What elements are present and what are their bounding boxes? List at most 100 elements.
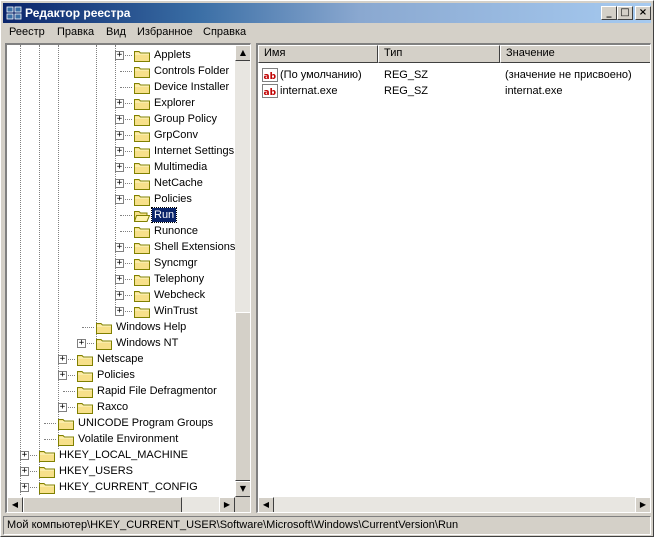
- tree-node[interactable]: + WinTrust: [7, 303, 235, 319]
- folder-icon: [134, 259, 150, 270]
- tree-node[interactable]: + Telephony: [7, 271, 235, 287]
- title-bar[interactable]: Редактор реестра _ □ ×: [3, 3, 651, 23]
- scroll-up-button[interactable]: ▲: [235, 45, 250, 61]
- folder-icon: [39, 483, 55, 494]
- tree-node[interactable]: + Shell Extensions: [7, 239, 235, 255]
- folder-icon: [134, 51, 150, 62]
- minimize-button[interactable]: _: [601, 6, 617, 20]
- tree-node[interactable]: UNICODE Program Groups: [7, 415, 235, 431]
- arrow-down-icon: ▼: [239, 484, 247, 493]
- key-tree-pane[interactable]: + Applets Controls Folder Device Installer +…: [5, 43, 251, 513]
- tree-node[interactable]: Rapid File Defragmentor: [7, 383, 235, 399]
- tree-node[interactable]: + Netscape: [7, 351, 235, 367]
- tree-node-label: Netscape: [97, 353, 144, 365]
- tree-node-label: Volatile Environment: [78, 433, 179, 445]
- folder-icon: [96, 339, 112, 350]
- tree-node[interactable]: + HKEY_USERS: [7, 463, 235, 479]
- folder-icon: [134, 99, 150, 110]
- scroll-left-button[interactable]: ◀: [7, 497, 23, 512]
- expand-toggle-icon[interactable]: +: [58, 403, 67, 412]
- tree-hscroll-thumb[interactable]: [23, 497, 182, 512]
- folder-icon: [134, 163, 150, 174]
- expand-toggle-icon[interactable]: +: [58, 355, 67, 364]
- status-path: Мой компьютер\HKEY_CURRENT_USER\Software…: [7, 519, 459, 531]
- tree-node[interactable]: Volatile Environment: [7, 431, 235, 447]
- folder-icon: [134, 195, 150, 206]
- status-bar: Мой компьютер\HKEY_CURRENT_USER\Software…: [3, 516, 651, 535]
- column-name-header[interactable]: Имя: [258, 45, 378, 63]
- open-folder-icon: [134, 211, 150, 222]
- tree-node-label: Group Policy: [154, 113, 217, 125]
- tree-node[interactable]: + Webcheck: [7, 287, 235, 303]
- arrow-left-icon: ◀: [262, 500, 270, 509]
- expand-toggle-icon[interactable]: +: [115, 147, 124, 156]
- menu-help[interactable]: Справка: [203, 26, 246, 38]
- tree-node[interactable]: + Multimedia: [7, 159, 235, 175]
- expand-toggle-icon[interactable]: +: [20, 467, 29, 476]
- tree-node-label: Multimedia: [154, 161, 208, 173]
- menu-edit[interactable]: Правка: [57, 26, 94, 38]
- expand-toggle-icon[interactable]: +: [58, 371, 67, 380]
- column-type-header[interactable]: Тип: [378, 45, 500, 63]
- column-value-header[interactable]: Значение: [500, 45, 650, 63]
- expand-toggle-icon[interactable]: +: [20, 451, 29, 460]
- tree-node[interactable]: + Syncmgr: [7, 255, 235, 271]
- tree-node[interactable]: + HKEY_CURRENT_CONFIG: [7, 479, 235, 495]
- tree-vertical-scrollbar[interactable]: ▲ ▼: [235, 45, 250, 497]
- tree-node-label: Raxco: [97, 401, 129, 413]
- expand-toggle-icon[interactable]: +: [115, 131, 124, 140]
- expand-toggle-icon[interactable]: +: [115, 243, 124, 252]
- expand-toggle-icon[interactable]: +: [77, 339, 86, 348]
- tree-node[interactable]: + Applets: [7, 47, 235, 63]
- tree-node[interactable]: + Policies: [7, 191, 235, 207]
- tree-node-label: Rapid File Defragmentor: [97, 385, 217, 397]
- scroll-right-button[interactable]: ▶: [635, 497, 650, 512]
- expand-toggle-icon[interactable]: +: [115, 51, 124, 60]
- tree-node[interactable]: + HKEY_LOCAL_MACHINE: [7, 447, 235, 463]
- values-list-pane[interactable]: Имя Тип Значение ab (По умолчанию) REG_S…: [256, 43, 651, 513]
- arrow-left-icon: ◀: [11, 500, 19, 509]
- expand-toggle-icon[interactable]: +: [115, 163, 124, 172]
- folder-icon: [134, 67, 150, 78]
- tree-node-label: Controls Folder: [154, 65, 230, 77]
- tree-node[interactable]: + Group Policy: [7, 111, 235, 127]
- tree-node[interactable]: + GrpConv: [7, 127, 235, 143]
- tree-horizontal-scrollbar[interactable]: ◀ ▶: [7, 497, 235, 512]
- expand-toggle-icon[interactable]: +: [115, 115, 124, 124]
- tree-node[interactable]: Controls Folder: [7, 63, 235, 79]
- expand-toggle-icon[interactable]: +: [115, 99, 124, 108]
- expand-toggle-icon[interactable]: +: [115, 195, 124, 204]
- close-button[interactable]: ×: [635, 6, 651, 20]
- expand-toggle-icon[interactable]: +: [115, 259, 124, 268]
- scroll-down-button[interactable]: ▼: [235, 481, 250, 497]
- folder-icon: [77, 355, 93, 366]
- menu-registry[interactable]: Реестр: [9, 26, 45, 38]
- tree-node[interactable]: + Raxco: [7, 399, 235, 415]
- menu-view[interactable]: Вид: [106, 26, 126, 38]
- tree-scroll-thumb[interactable]: [235, 312, 250, 481]
- expand-toggle-icon[interactable]: +: [20, 483, 29, 492]
- tree-node[interactable]: Run: [7, 207, 235, 223]
- tree-node[interactable]: + Internet Settings: [7, 143, 235, 159]
- tree-node[interactable]: + NetCache: [7, 175, 235, 191]
- list-item[interactable]: ab (По умолчанию) REG_SZ (значение не пр…: [258, 67, 650, 83]
- tree-node-label: Windows Help: [116, 321, 187, 333]
- expand-toggle-icon[interactable]: +: [115, 275, 124, 284]
- tree-node-label: HKEY_CURRENT_CONFIG: [59, 481, 198, 493]
- maximize-button[interactable]: □: [617, 6, 633, 20]
- tree-node[interactable]: + Explorer: [7, 95, 235, 111]
- scroll-right-button[interactable]: ▶: [219, 497, 235, 512]
- list-item[interactable]: ab internat.exe REG_SZ internat.exe: [258, 83, 650, 99]
- expand-toggle-icon[interactable]: +: [115, 291, 124, 300]
- scroll-left-button[interactable]: ◀: [258, 497, 274, 512]
- expand-toggle-icon[interactable]: +: [115, 307, 124, 316]
- tree-node-label: Webcheck: [154, 289, 206, 301]
- tree-node[interactable]: Runonce: [7, 223, 235, 239]
- tree-node[interactable]: Windows Help: [7, 319, 235, 335]
- menu-favorites[interactable]: Избранное: [137, 26, 193, 38]
- tree-node[interactable]: + Windows NT: [7, 335, 235, 351]
- tree-node[interactable]: Device Installer: [7, 79, 235, 95]
- list-horizontal-scrollbar[interactable]: ◀ ▶: [258, 497, 650, 512]
- expand-toggle-icon[interactable]: +: [115, 179, 124, 188]
- tree-node[interactable]: + Policies: [7, 367, 235, 383]
